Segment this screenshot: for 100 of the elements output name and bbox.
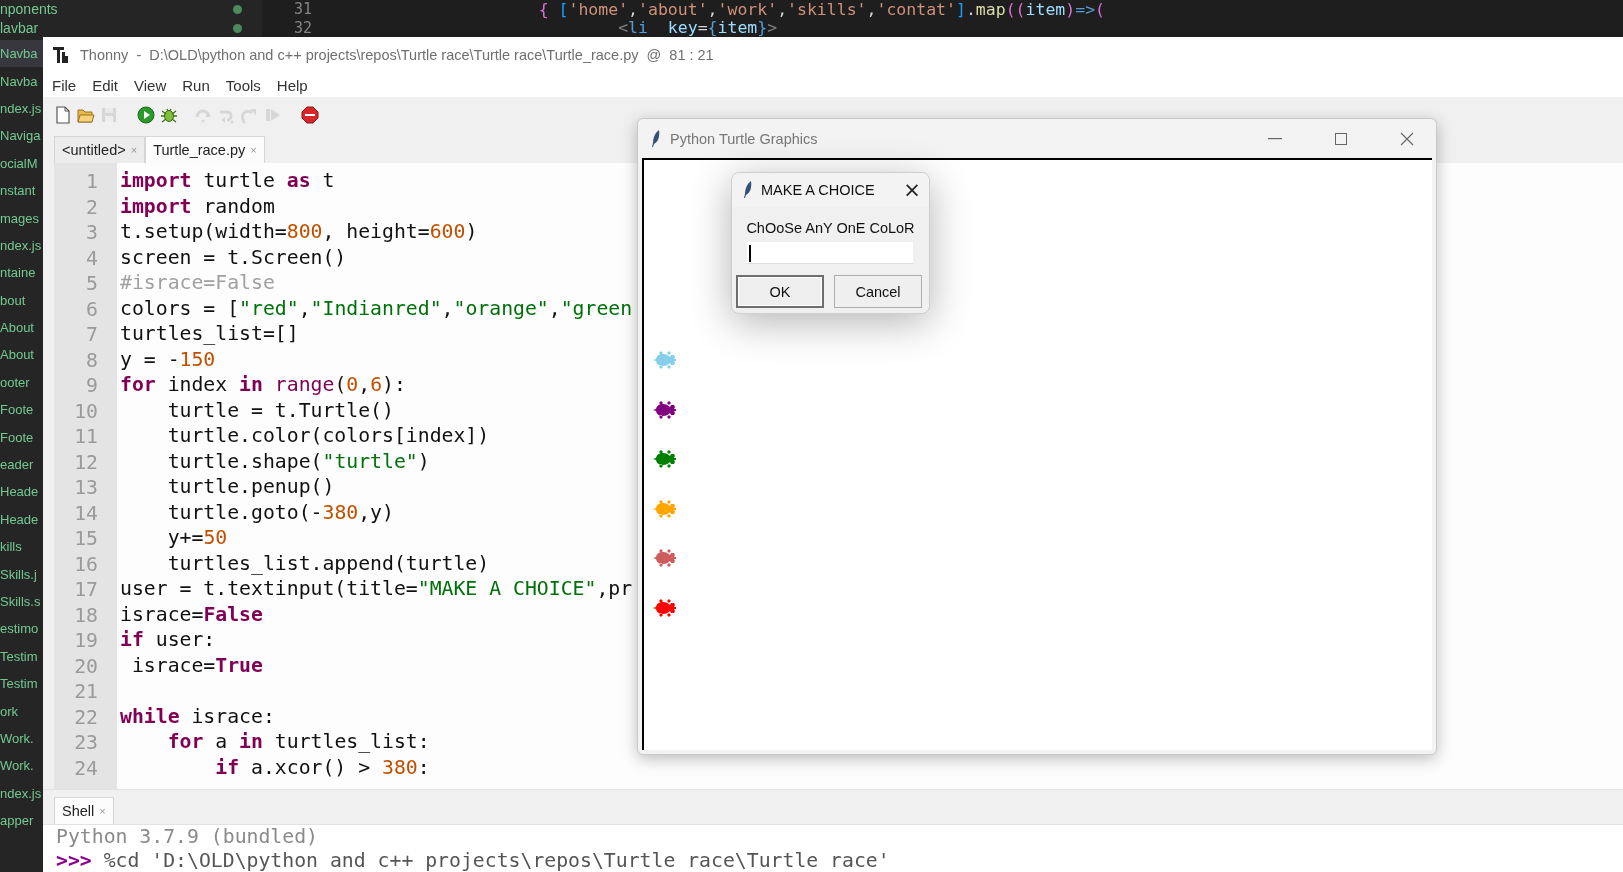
menu-item[interactable]: File (44, 75, 85, 95)
line-number: 1 (85, 169, 99, 195)
turtle-icon (653, 448, 679, 471)
file-name[interactable]: lavbar (0, 19, 39, 36)
turtle-icon (653, 349, 679, 371)
explorer-item[interactable]: nstant (0, 176, 43, 205)
code-line: #israce=False (119, 271, 275, 296)
code-line: israce=True (130, 653, 263, 679)
prompt-text: ChOoSe AnY OnE CoLoR (745, 220, 916, 237)
explorer-item[interactable]: ndex.js (0, 231, 43, 260)
code-line: turtle = t.Turtle() (166, 398, 394, 424)
code-line: turtle.color(colors[index]) (166, 424, 490, 449)
explorer-item[interactable]: Skills.j (0, 560, 43, 588)
line-number: 32 (292, 18, 312, 37)
explorer-item[interactable]: mages (0, 204, 43, 232)
explorer-item[interactable]: ndex.js (0, 94, 43, 123)
explorer-item[interactable]: ork (0, 697, 43, 725)
turtle-icon (653, 547, 679, 570)
explorer-item[interactable]: ooter (0, 368, 43, 397)
code-line: if a.xcor() > 380: (214, 755, 430, 781)
explorer-item[interactable]: Testim (0, 670, 43, 698)
explorer-item[interactable]: Skills.s (0, 587, 43, 616)
explorer-item[interactable]: Heade (0, 478, 43, 506)
shell-tab[interactable]: Shell × (54, 797, 114, 824)
code-line: y+=50 (166, 526, 228, 551)
explorer-item[interactable]: apper (0, 806, 43, 835)
explorer-item[interactable]: Navba (0, 40, 43, 68)
feather-icon (650, 128, 662, 149)
explorer-item[interactable]: Navba (0, 67, 43, 95)
line-number: 12 (73, 449, 99, 475)
new-file-icon[interactable] (53, 105, 73, 125)
editor-tab[interactable]: <untitled> × (54, 136, 146, 163)
menu-item[interactable]: Help (268, 75, 316, 95)
window-title: Thonny - D:\OLD\python and c++ projects\repos\Turtle race\Turtle race\Turtle_race.py @ 81 : 21 (80, 47, 714, 63)
code-line: <li key={item}> (617, 18, 778, 37)
line-number: 18 (73, 602, 99, 628)
explorer-item[interactable]: Testim (0, 642, 43, 670)
line-number: 10 (73, 398, 99, 424)
line-number: 20 (73, 653, 99, 679)
cancel-button[interactable]: Cancel (834, 275, 922, 308)
code-line: while israce: (119, 704, 275, 730)
line-number: 4 (85, 245, 99, 271)
ok-button[interactable]: OK (736, 275, 824, 308)
line-number: 24 (73, 755, 99, 781)
stop-icon[interactable] (300, 105, 320, 125)
line-number: 16 (73, 551, 99, 577)
line-number: 8 (85, 347, 99, 373)
code-line: for a in turtles_list: (166, 730, 430, 755)
menu-item[interactable]: Run (174, 75, 218, 95)
line-number: 15 (73, 526, 99, 552)
line-number: 21 (73, 679, 99, 705)
code-line: turtle.shape("turtle") (166, 449, 430, 475)
close-button[interactable]: × (895, 175, 929, 205)
explorer-item[interactable]: kills (0, 533, 43, 561)
run-icon[interactable] (136, 105, 156, 125)
menu-item[interactable]: Tools (217, 75, 269, 95)
dialog-title: MAKE A CHOICE (761, 182, 876, 198)
line-number: 5 (85, 271, 99, 297)
explorer-item[interactable]: ntaine (0, 259, 43, 287)
explorer-item[interactable]: About (0, 341, 43, 369)
explorer-item[interactable]: Foote (0, 396, 43, 424)
explorer-item[interactable]: bout (0, 286, 43, 314)
line-number: 14 (73, 500, 99, 526)
maximize-icon (1334, 131, 1348, 146)
editor-tab[interactable]: Turtle_race.py × (145, 136, 265, 163)
code-line: for index in range(0,6): (119, 373, 406, 398)
code-line: { ['home','about','work','skills','contat'].map((item)=>( (537, 0, 1106, 19)
explorer-item[interactable]: Naviga (0, 122, 43, 150)
menu-item[interactable]: Edit (84, 75, 127, 95)
menu-item[interactable]: View (126, 75, 175, 95)
explorer-item[interactable]: About (0, 313, 43, 342)
shell-line: >>> %cd 'D:\OLD\python and c++ projects\repos\Turtle race\Turtle race' (56, 849, 890, 872)
code-line: turtle.penup() (166, 475, 335, 500)
code-line: israce=False (119, 602, 263, 628)
line-number: 31 (292, 0, 312, 19)
explorer-item[interactable]: Work. (0, 752, 43, 780)
feather-icon (742, 180, 754, 200)
explorer-item[interactable]: ndex.js (0, 779, 43, 807)
code-line: if user: (119, 628, 216, 653)
file-name[interactable]: nponents (0, 1, 58, 18)
line-number: 6 (85, 296, 99, 322)
code-line: import turtle as t (119, 169, 335, 194)
line-number: 22 (73, 704, 99, 730)
line-number: 13 (73, 475, 99, 501)
explorer-item[interactable]: estimo (0, 615, 43, 643)
input-field[interactable] (747, 242, 913, 264)
code-line: screen = t.Screen() (119, 245, 347, 271)
code-line: t.setup(width=800, height=600) (119, 220, 478, 245)
line-number: 7 (85, 322, 99, 348)
line-number: 2 (85, 194, 99, 220)
explorer-item[interactable]: ocialM (0, 149, 43, 177)
explorer-item[interactable]: Heade (0, 505, 43, 534)
window-title: Python Turtle Graphics (670, 130, 819, 147)
explorer-item[interactable]: eader (0, 450, 43, 479)
explorer-item[interactable]: Work. (0, 724, 43, 753)
shell-line: Python 3.7.9 (bundled) (56, 825, 318, 849)
code-line: turtles_list=[] (119, 322, 299, 347)
code-line: user = t.textinput(title="MAKE A CHOICE",pr (119, 577, 633, 602)
explorer-item[interactable]: Foote (0, 423, 43, 451)
code-line: turtles_list.append(turtle) (166, 551, 490, 577)
